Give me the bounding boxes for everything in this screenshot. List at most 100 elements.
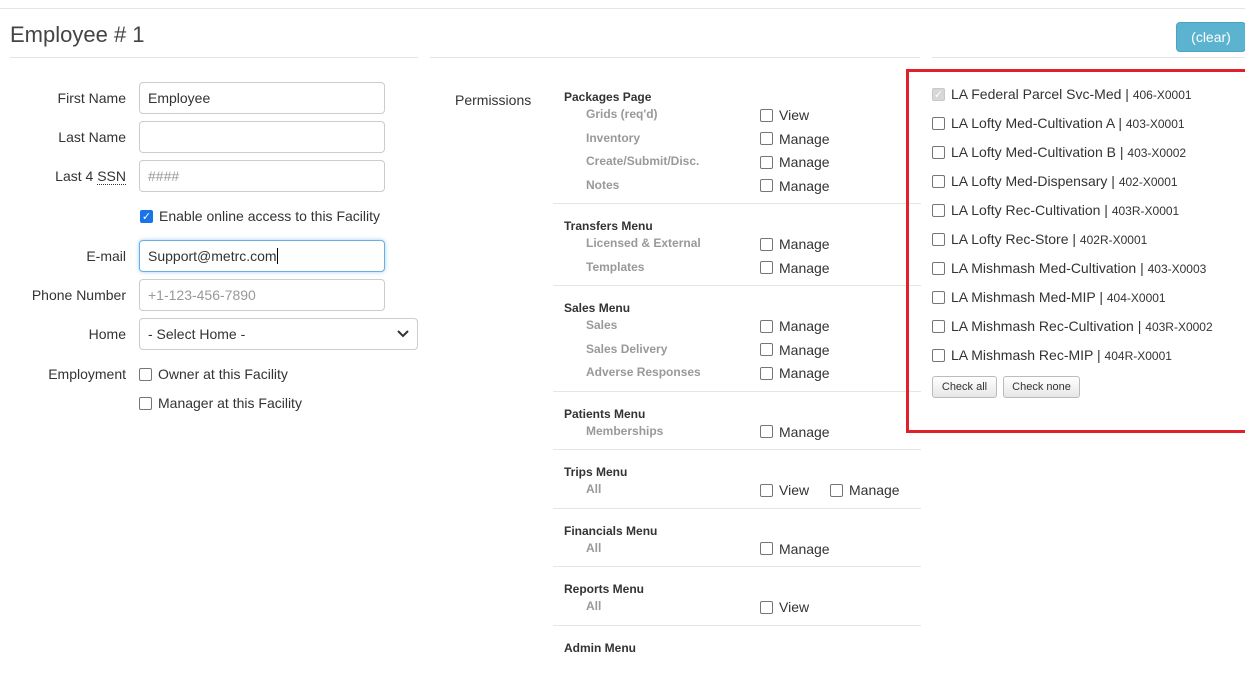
- facility-checkbox[interactable]: [932, 203, 945, 217]
- check-none-button[interactable]: Check none: [1003, 376, 1080, 398]
- facility-checkbox[interactable]: [932, 116, 945, 130]
- last-name-input[interactable]: [139, 121, 385, 153]
- permission-row-name: Grids (req'd): [586, 107, 658, 121]
- facility-checkbox[interactable]: [932, 145, 945, 159]
- facility-label: LA Mishmash Rec-MIP | 404R-X0001: [951, 347, 1172, 363]
- online-access-label: Enable online access to this Facility: [159, 208, 380, 224]
- ssn-input[interactable]: ####: [139, 160, 385, 192]
- facility-item[interactable]: ✓ LA Federal Parcel Svc-Med | 406-X0001: [932, 86, 1192, 102]
- facility-label: LA Mishmash Rec-Cultivation | 403R-X0002: [951, 318, 1213, 334]
- permission-checkbox[interactable]: [760, 237, 773, 251]
- permission-checkbox[interactable]: [760, 542, 773, 555]
- permission-option[interactable]: Manage: [760, 178, 830, 194]
- last-name-label: Last Name: [58, 129, 126, 145]
- home-select[interactable]: - Select Home -: [139, 318, 418, 350]
- permission-checkbox[interactable]: [760, 108, 773, 122]
- facility-label: LA Federal Parcel Svc-Med | 406-X0001: [951, 86, 1192, 102]
- facility-item[interactable]: LA Mishmash Rec-Cultivation | 403R-X0002: [932, 318, 1213, 334]
- permission-option[interactable]: Manage: [760, 365, 830, 381]
- permission-option-label: View: [779, 107, 810, 123]
- email-input[interactable]: Support@metrc.com: [139, 240, 385, 272]
- permission-option[interactable]: Manage: [760, 154, 830, 170]
- section-divider: [553, 566, 921, 567]
- permissions-label: Permissions: [455, 92, 532, 108]
- owner-checkbox-row[interactable]: Owner at this Facility: [139, 366, 288, 382]
- permission-option[interactable]: Manage: [760, 236, 830, 252]
- permission-row-name: Sales: [586, 318, 618, 332]
- permission-checkbox[interactable]: [760, 425, 773, 438]
- facility-checkbox[interactable]: [932, 261, 945, 275]
- first-name-input[interactable]: Employee: [139, 82, 385, 114]
- owner-checkbox[interactable]: [139, 367, 152, 381]
- employment-label: Employment: [48, 366, 126, 382]
- facility-license: 403R-X0001: [1111, 204, 1180, 218]
- section-divider: [553, 624, 921, 626]
- permission-option[interactable]: Manage: [830, 482, 900, 498]
- permission-option[interactable]: Manage: [760, 131, 830, 147]
- phone-placeholder: +1-123-456-7890: [148, 287, 256, 303]
- permission-option[interactable]: View: [760, 482, 809, 498]
- facility-name: LA Lofty Med-Cultivation A |: [951, 115, 1126, 131]
- permission-checkbox[interactable]: [760, 483, 773, 497]
- permission-option-label: Manage: [779, 318, 830, 334]
- facility-item[interactable]: LA Lofty Rec-Store | 402R-X0001: [932, 231, 1147, 247]
- ssn-label: Last 4 SSN: [0, 168, 126, 185]
- facility-checkbox[interactable]: [932, 290, 945, 304]
- facility-item[interactable]: LA Mishmash Rec-MIP | 404R-X0001: [932, 347, 1172, 363]
- facility-checkbox[interactable]: [932, 232, 945, 246]
- clear-button[interactable]: (clear): [1176, 22, 1245, 52]
- online-access-checkbox-row[interactable]: ✓ Enable online access to this Facility: [140, 208, 380, 224]
- permission-option-label: View: [779, 599, 810, 615]
- chevron-down-icon: [397, 330, 409, 338]
- permission-option-label: Manage: [779, 154, 830, 170]
- home-label: Home: [88, 326, 126, 342]
- facility-label: LA Lofty Rec-Cultivation | 403R-X0001: [951, 202, 1179, 218]
- permission-checkbox[interactable]: [760, 319, 773, 333]
- manager-checkbox-row[interactable]: Manager at this Facility: [139, 395, 302, 411]
- facility-item[interactable]: LA Lofty Rec-Cultivation | 403R-X0001: [932, 202, 1179, 218]
- manager-checkbox[interactable]: [139, 396, 152, 410]
- phone-input[interactable]: +1-123-456-7890: [139, 279, 385, 311]
- facility-checkbox[interactable]: [932, 174, 945, 188]
- facility-license: 402-X0001: [1118, 175, 1178, 189]
- permission-checkbox[interactable]: [760, 155, 773, 169]
- facility-checkbox[interactable]: [932, 319, 945, 333]
- permission-checkbox[interactable]: [760, 600, 773, 614]
- permission-checkbox[interactable]: [760, 261, 773, 274]
- online-access-checkbox[interactable]: ✓: [140, 209, 153, 223]
- section-divider: [553, 285, 921, 286]
- permission-section-title: Patients Menu: [564, 406, 646, 421]
- permission-option[interactable]: Manage: [760, 318, 830, 334]
- permission-checkbox[interactable]: [760, 179, 773, 192]
- facility-checkbox[interactable]: [932, 348, 945, 362]
- facility-item[interactable]: LA Lofty Med-Dispensary | 402-X0001: [932, 173, 1178, 189]
- permission-option[interactable]: Manage: [760, 260, 830, 276]
- permission-option[interactable]: Manage: [760, 342, 830, 358]
- facility-item[interactable]: LA Lofty Med-Cultivation A | 403-X0001: [932, 115, 1185, 131]
- permission-checkbox[interactable]: [760, 343, 773, 356]
- check-all-button[interactable]: Check all: [932, 376, 997, 398]
- permission-checkbox[interactable]: [760, 132, 773, 145]
- facility-name: LA Federal Parcel Svc-Med |: [951, 86, 1133, 102]
- permission-checkbox[interactable]: [830, 483, 843, 497]
- facility-label: LA Lofty Med-Cultivation B | 403-X0002: [951, 144, 1186, 160]
- permission-option[interactable]: View: [760, 599, 809, 615]
- facility-item[interactable]: LA Lofty Med-Cultivation B | 403-X0002: [932, 144, 1186, 160]
- permission-option-label: Manage: [779, 341, 830, 358]
- facility-license: 403-X0001: [1125, 117, 1185, 131]
- permission-checkbox[interactable]: [760, 366, 773, 380]
- permission-section-title: Packages Page: [564, 90, 652, 104]
- permission-section-title: Reports Menu: [564, 582, 645, 596]
- permission-section-title: Admin Menu: [564, 640, 636, 655]
- permission-option[interactable]: Manage: [760, 424, 830, 440]
- section-divider: [553, 390, 921, 392]
- permission-option[interactable]: View: [760, 107, 809, 123]
- facility-item[interactable]: LA Mishmash Med-MIP | 404-X0001: [932, 289, 1166, 305]
- phone-label: Phone Number: [31, 287, 126, 303]
- permission-row-name: Licensed & External: [586, 236, 701, 250]
- facility-item[interactable]: LA Mishmash Med-Cultivation | 403-X0003: [932, 260, 1206, 276]
- permission-section-title: Sales Menu: [564, 301, 631, 315]
- facility-name: LA Lofty Med-Cultivation B |: [951, 144, 1128, 160]
- permission-option[interactable]: Manage: [760, 541, 830, 557]
- permission-option-label: View: [779, 482, 810, 498]
